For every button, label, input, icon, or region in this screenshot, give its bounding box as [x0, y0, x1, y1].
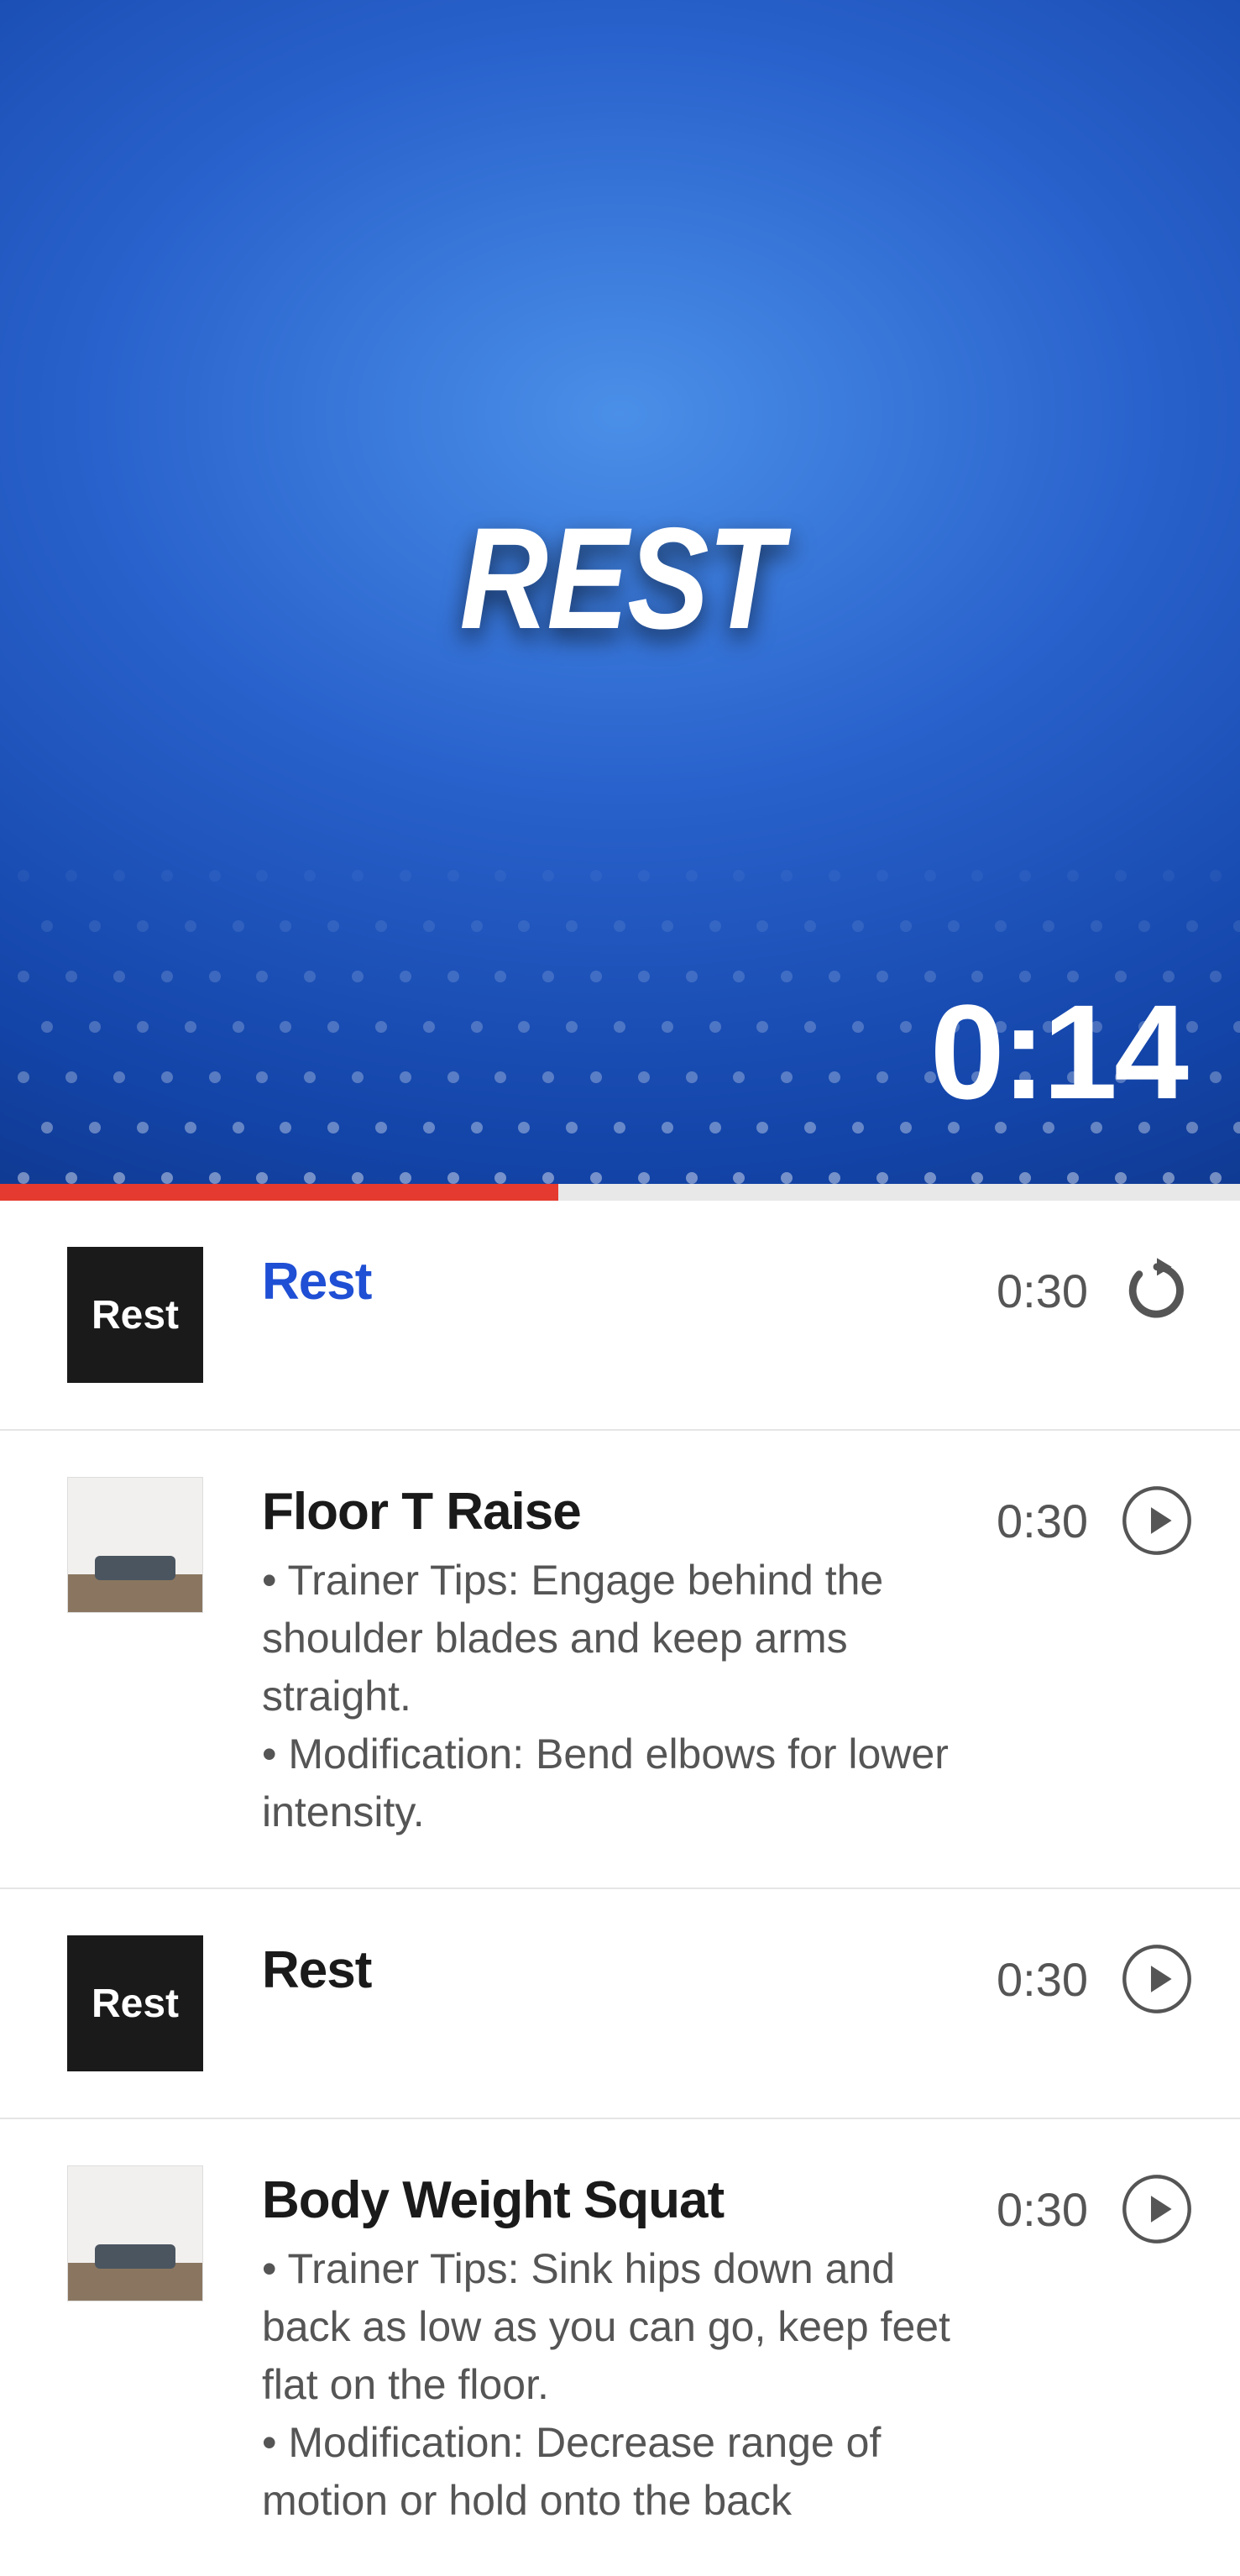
exercise-title: Rest — [262, 1940, 963, 2000]
exercise-list: Rest Rest 0:30 Floor T Raise • Trainer Tips:… — [0, 1201, 1240, 2576]
hero-rest-panel: REST 0:14 — [0, 0, 1240, 1184]
exercise-description: • Trainer Tips: Sink hips down and back … — [262, 2240, 963, 2530]
exercise-meta: 0:30 — [997, 2165, 1194, 2246]
exercise-title: Body Weight Squat — [262, 2170, 963, 2230]
exercise-duration: 0:30 — [997, 1264, 1088, 1318]
exercise-title: Rest — [262, 1252, 963, 1312]
exercise-meta: 0:30 — [997, 1477, 1194, 1558]
play-icon[interactable] — [1120, 1484, 1194, 1558]
exercise-meta: 0:30 — [997, 1247, 1194, 1327]
exercise-item[interactable]: Body Weight Squat • Trainer Tips: Sink hi… — [0, 2119, 1240, 2576]
exercise-duration: 0:30 — [997, 1494, 1088, 1548]
exercise-title: Floor T Raise — [262, 1482, 963, 1542]
exercise-description: • Trainer Tips: Engage behind the should… — [262, 1552, 963, 1841]
thumbnail-rest: Rest — [67, 1935, 203, 2071]
exercise-item-body: Body Weight Squat • Trainer Tips: Sink hi… — [262, 2165, 997, 2530]
workout-progress-fill — [0, 1184, 558, 1201]
play-icon[interactable] — [1120, 1942, 1194, 2016]
exercise-item-body: Rest — [262, 1247, 997, 1322]
play-icon[interactable] — [1120, 2172, 1194, 2246]
exercise-item-body: Floor T Raise • Trainer Tips: Engage behi… — [262, 1477, 997, 1841]
hero-timer: 0:14 — [930, 975, 1185, 1129]
thumbnail-exercise-image — [67, 2165, 203, 2301]
exercise-duration: 0:30 — [997, 1952, 1088, 2007]
workout-progress-bar — [0, 1184, 1240, 1201]
exercise-item-body: Rest — [262, 1935, 997, 2010]
exercise-item[interactable]: Rest Rest 0:30 — [0, 1889, 1240, 2119]
thumbnail-rest: Rest — [67, 1247, 203, 1383]
exercise-meta: 0:30 — [997, 1935, 1194, 2016]
hero-title: REST — [459, 495, 781, 662]
thumbnail-exercise-image — [67, 1477, 203, 1613]
exercise-duration: 0:30 — [997, 2182, 1088, 2237]
exercise-item[interactable]: Floor T Raise • Trainer Tips: Engage behi… — [0, 1431, 1240, 1889]
exercise-item[interactable]: Rest Rest 0:30 — [0, 1201, 1240, 1431]
refresh-icon[interactable] — [1120, 1254, 1194, 1327]
